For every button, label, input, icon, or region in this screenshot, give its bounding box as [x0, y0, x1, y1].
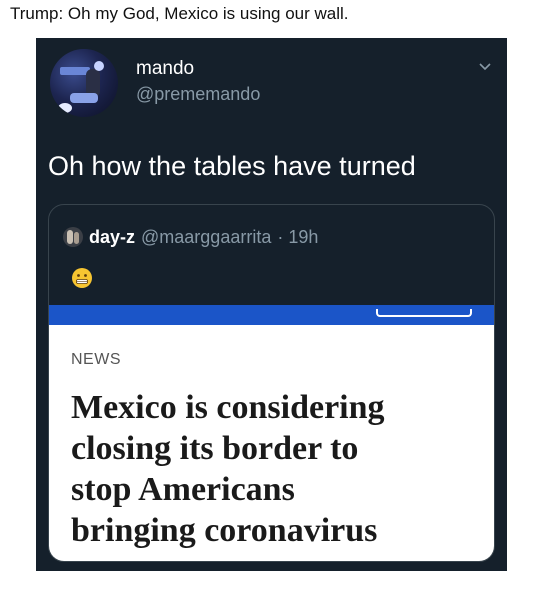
display-name[interactable]: mando	[136, 58, 194, 80]
user-handle[interactable]: @prememando	[136, 84, 260, 105]
headline-line: closing its border to	[71, 430, 359, 467]
grimacing-face-emoji-icon	[72, 268, 92, 288]
quoted-tweet-header: day-z @maarggaarrita · 19h	[63, 225, 318, 249]
article-image-top-strip	[49, 305, 494, 325]
article-headline: Mexico is considering closing its border…	[71, 387, 481, 551]
quoted-tweet[interactable]: day-z @maarggaarrita · 19h NEWS Mexico i…	[48, 204, 495, 562]
headline-line: bringing coronavirus	[71, 512, 378, 549]
article-section-label: NEWS	[71, 351, 121, 368]
headline-line: Mexico is considering	[71, 389, 385, 426]
quoted-avatar	[63, 227, 83, 247]
tweet-card: mando @prememando Oh how the tables have…	[36, 38, 507, 571]
quoted-timestamp: · 19h	[277, 226, 319, 247]
quoted-display-name: day-z	[89, 226, 136, 247]
avatar[interactable]	[50, 49, 118, 117]
quoted-handle: @maarggaarrita	[141, 226, 272, 247]
tweet-text: Oh how the tables have turned	[48, 151, 416, 181]
chevron-down-icon[interactable]	[477, 58, 493, 74]
meme-caption: Trump: Oh my God, Mexico is using our wa…	[10, 4, 349, 23]
headline-line: stop Americans	[71, 471, 295, 508]
article-screenshot: NEWS Mexico is considering closing its b…	[49, 325, 494, 561]
